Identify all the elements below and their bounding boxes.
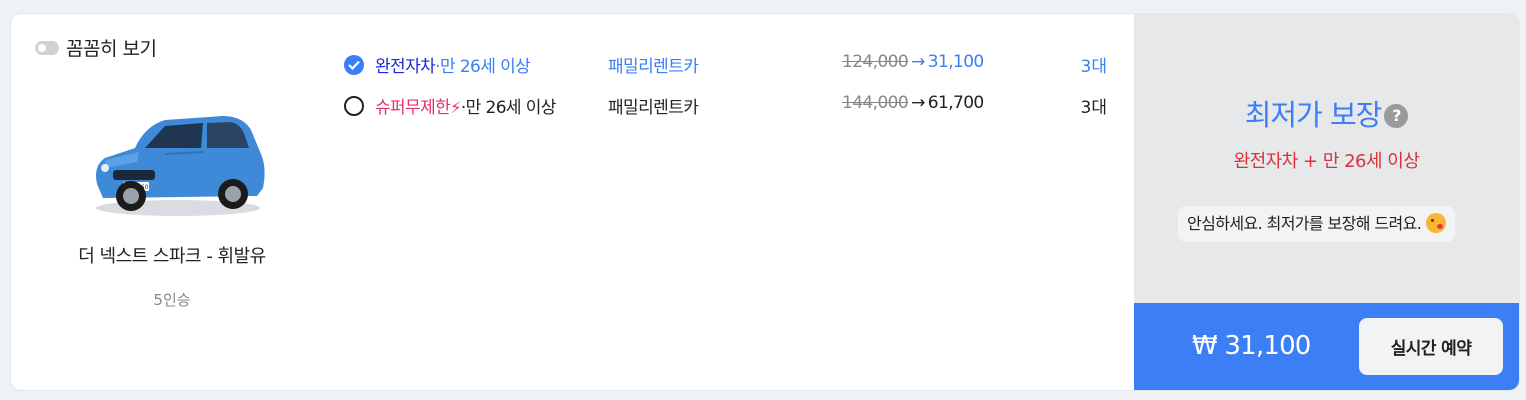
arrow-icon: → <box>911 52 925 72</box>
option-insurance: 완전자차 <box>375 57 436 77</box>
guarantee-note-text: 안심하세요. 최저가를 보장해 드려요. <box>1187 214 1422 233</box>
option-company: 패밀리렌트카 <box>608 98 699 118</box>
option-name: 슈퍼무제한⚡·만 26세 이상 <box>375 93 556 118</box>
help-icon[interactable]: ? <box>1384 104 1409 128</box>
option-row[interactable]: 슈퍼무제한⚡·만 26세 이상 패밀리렌트카 144,000 → 61,700 3대 <box>344 91 1107 132</box>
guarantee-note: 안심하세요. 최저가를 보장해 드려요. <box>1178 206 1455 242</box>
option-age: ·만 26세 이상 <box>460 98 557 118</box>
option-company: 패밀리렌트카 <box>608 57 699 77</box>
arrow-icon: → <box>911 93 925 113</box>
rental-card: 꼼꼼히 보기 33 5560 더 넥스트 스파크 - 휘발유 5인승 완전자차·… <box>11 14 1519 390</box>
option-count: 3대 <box>1080 98 1107 118</box>
old-price: 124,000 <box>842 52 909 72</box>
car-seats: 5인승 <box>153 291 191 309</box>
option-insurance: 슈퍼무제한 <box>375 98 451 118</box>
kissing-face-icon <box>1425 213 1446 233</box>
detail-view-toggle[interactable]: 꼼꼼히 보기 <box>35 34 157 61</box>
old-price: 144,000 <box>842 93 909 113</box>
option-price: 144,000 → 61,700 <box>842 93 984 113</box>
new-price: 61,700 <box>927 93 984 113</box>
option-name: 완전자차·만 26세 이상 <box>375 52 531 77</box>
lowest-price-guarantee-panel: 최저가 보장? 완전자차 + 만 26세 이상 안심하세요. 최저가를 보장해 … <box>1134 14 1519 303</box>
guarantee-title: 최저가 보장? <box>1134 92 1519 134</box>
guarantee-subtitle: 완전자차 + 만 26세 이상 <box>1233 151 1420 172</box>
total-price: ₩ 31,100 <box>1192 331 1311 361</box>
option-row[interactable]: 완전자차·만 26세 이상 패밀리렌트카 124,000 → 31,100 3대 <box>344 50 1107 91</box>
insurance-options: 완전자차·만 26세 이상 패밀리렌트카 124,000 → 31,100 3대 슈… <box>344 50 1107 132</box>
option-age: ·만 26세 이상 <box>435 57 531 77</box>
toggle-icon[interactable] <box>35 40 59 55</box>
detail-view-label: 꼼꼼히 보기 <box>66 38 157 60</box>
new-price: 31,100 <box>927 52 984 72</box>
booking-bar: ₩ 31,100 실시간 예약 <box>1134 303 1519 390</box>
guarantee-title-text: 최저가 보장 <box>1244 98 1383 132</box>
lightning-bolt-icon: ⚡ <box>450 98 461 117</box>
reserve-button[interactable]: 실시간 예약 <box>1359 318 1503 375</box>
option-count: 3대 <box>1080 57 1107 77</box>
radio-checked-icon[interactable] <box>344 55 364 75</box>
option-price: 124,000 → 31,100 <box>842 52 984 72</box>
radio-unchecked-icon[interactable] <box>344 96 364 116</box>
car-name: 더 넥스트 스파크 - 휘발유 <box>78 246 266 267</box>
car-image: 33 5560 <box>96 116 265 216</box>
